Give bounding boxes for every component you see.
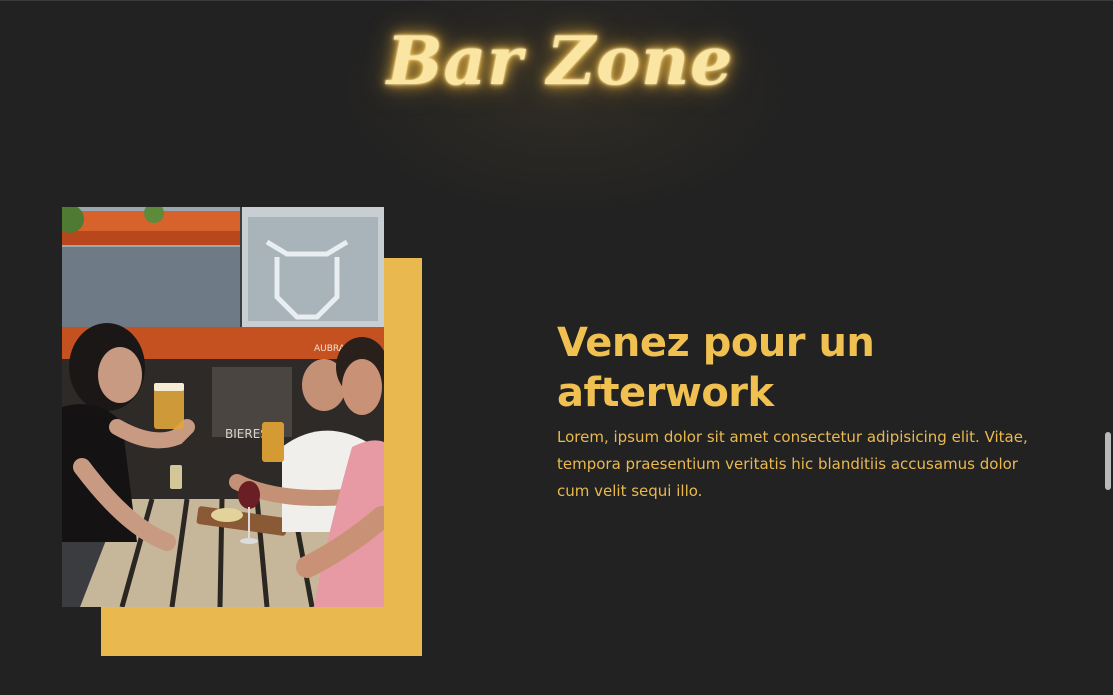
page-scrollbar[interactable] <box>1105 432 1111 490</box>
section-heading: Venez pour un afterwork <box>557 320 875 416</box>
section-body: Lorem, ipsum dolor sit amet consectetur … <box>557 428 1028 500</box>
top-divider <box>0 0 1113 1</box>
svg-text:BIERES: BIERES <box>225 427 268 441</box>
afterwork-section: Venez pour un afterwork Lorem, ipsum dol… <box>557 318 1037 505</box>
neon-logo[interactable]: Bar Zone <box>350 22 770 100</box>
afterwork-photo: AUBRAC BIERES <box>62 207 384 607</box>
